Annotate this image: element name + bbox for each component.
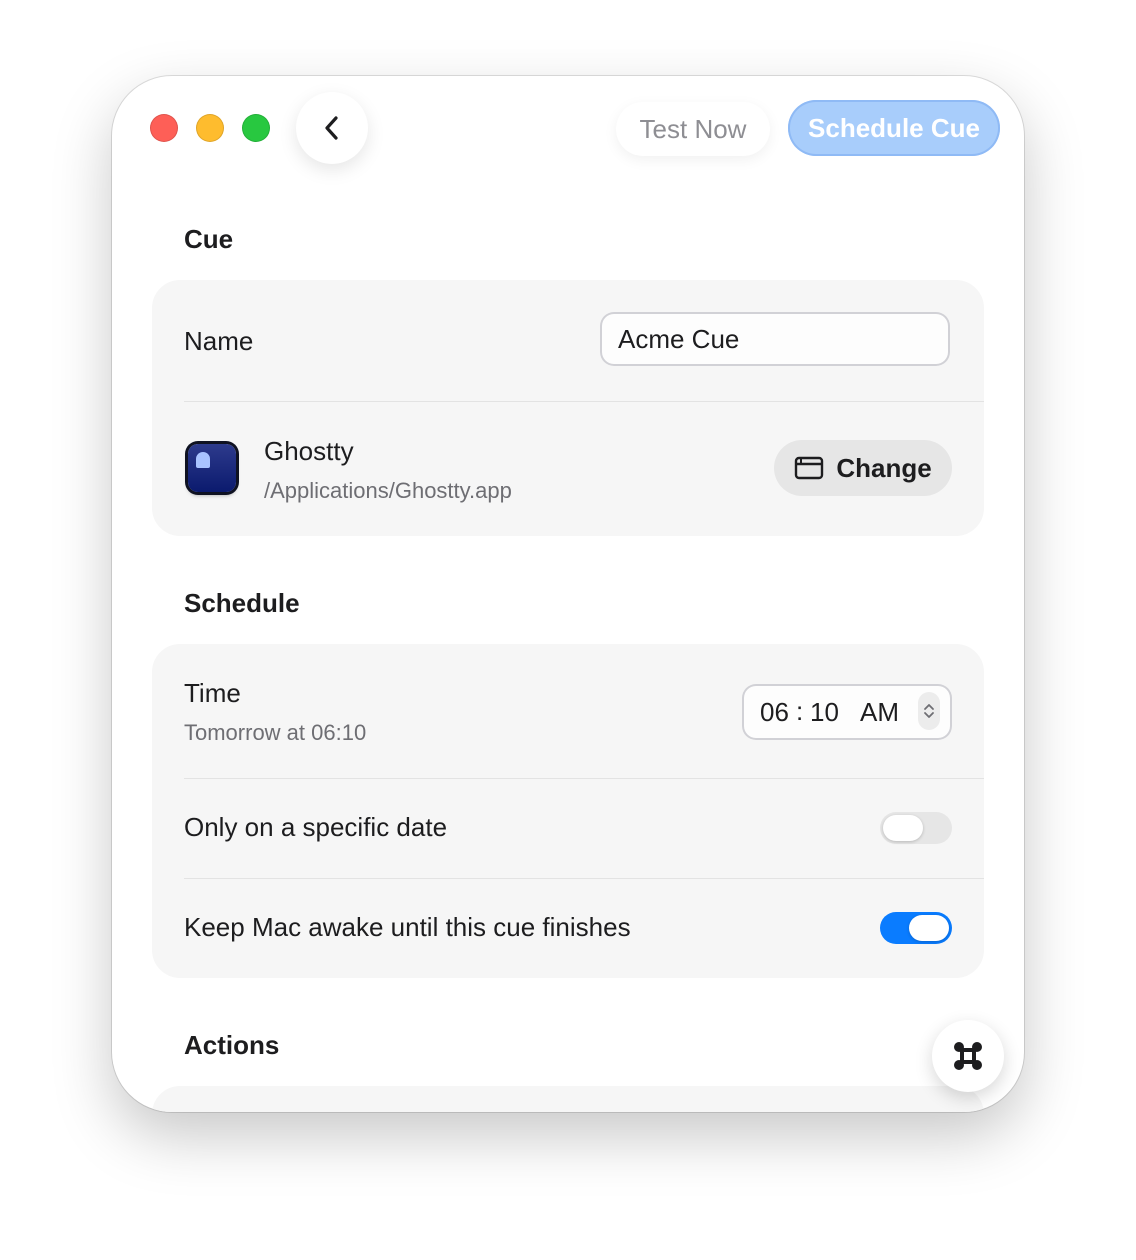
specific-date-toggle[interactable] [880,812,952,844]
chevron-up-icon[interactable] [923,702,935,711]
test-now-label: Test Now [639,113,747,144]
change-button-label: Change [836,452,932,483]
schedule-cue-button[interactable]: Schedule Cue [788,100,1000,156]
time-minute[interactable]: 10 [810,697,839,728]
time-separator: : [796,696,804,726]
chevron-down-icon[interactable] [923,711,935,720]
time-period[interactable]: AM [860,697,899,728]
toggle-knob [883,815,923,841]
schedule-section-title: Schedule [184,588,300,618]
schedule-divider-1 [184,778,984,779]
cue-section-title: Cue [184,224,234,254]
actions-section-title: Actions [184,1030,280,1060]
chevron-left-icon [325,116,338,140]
time-hour[interactable]: 06 [760,697,789,728]
ghostty-app-icon [188,444,236,492]
schedule-cue-label: Schedule Cue [808,112,980,143]
back-button[interactable] [296,92,368,164]
keep-awake-toggle[interactable] [880,912,952,944]
cue-card-divider [184,401,984,402]
shortcuts-button[interactable] [932,1020,1004,1092]
change-app-button[interactable]: Change [774,440,952,496]
cue-card: Name Acme Cue Ghostty /Applications/Ghos… [152,280,984,536]
time-subtitle: Tomorrow at 06:10 [184,720,367,745]
app-window: Test Now Schedule Cue Cue Name Acme Cue … [112,76,1024,1112]
time-stepper[interactable] [918,692,940,730]
name-input-value: Acme Cue [618,323,740,354]
schedule-divider-2 [184,878,984,879]
actions-card [152,1086,984,1112]
window-icon [795,456,824,480]
zoom-window-button[interactable] [242,114,270,142]
close-window-button[interactable] [150,114,178,142]
app-path: /Applications/Ghostty.app [264,478,512,503]
keep-awake-label: Keep Mac awake until this cue finishes [184,912,631,942]
toggle-knob [909,915,949,941]
name-label: Name [184,326,254,356]
command-key-icon [954,1042,982,1070]
app-name: Ghostty [264,436,354,466]
specific-date-label: Only on a specific date [184,812,448,842]
time-picker[interactable]: 06 : 10 AM [742,684,952,740]
name-input[interactable]: Acme Cue [600,312,950,366]
time-label: Time [184,678,241,708]
minimize-window-button[interactable] [196,114,224,142]
test-now-button[interactable]: Test Now [616,102,770,156]
schedule-card: Time Tomorrow at 06:10 06 : 10 AM Only o… [152,644,984,978]
